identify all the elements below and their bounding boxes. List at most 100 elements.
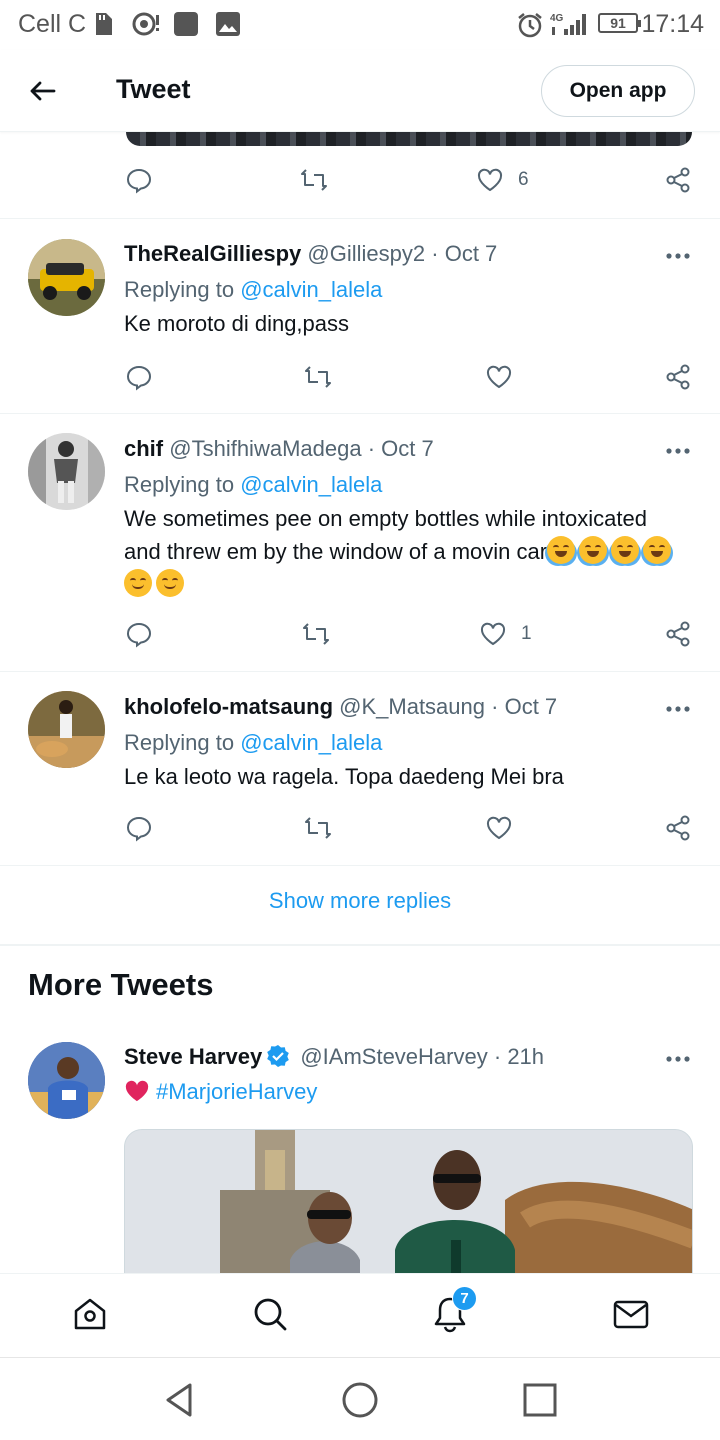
app-header: Tweet Open app (0, 50, 720, 132)
recommended-tweet[interactable]: Steve Harvey @IAmSteveHarvey · 21h #Marj… (0, 1032, 720, 1273)
reply-icon (126, 816, 152, 842)
avatar[interactable] (28, 1042, 105, 1119)
retweet-icon (301, 169, 327, 191)
like-count: 6 (518, 169, 529, 190)
author-handle[interactable]: @K_Matsaung (339, 694, 485, 719)
show-more-replies-link[interactable]: Show more replies (0, 888, 720, 914)
network-type: 4G (550, 13, 564, 24)
reply-button[interactable] (125, 620, 153, 648)
tweet-time[interactable]: 21h (507, 1044, 544, 1069)
page-title: Tweet (116, 74, 191, 104)
tweet-text: #MarjorieHarvey (124, 1079, 317, 1105)
like-button[interactable]: 1 (479, 620, 532, 648)
messages-icon[interactable] (611, 1294, 651, 1334)
hotspot-icon (132, 12, 159, 36)
reply-button[interactable] (125, 166, 153, 194)
carrier-label: Cell C (18, 10, 87, 38)
author-name[interactable]: TheRealGilliespy (124, 241, 301, 266)
smiling-face-icon (124, 569, 152, 597)
replying-to: Replying to @calvin_lalela (124, 472, 383, 497)
like-button[interactable] (485, 814, 513, 842)
tweet-actions: 1 (0, 620, 720, 656)
divider (0, 865, 720, 866)
avatar-image (28, 433, 105, 510)
like-button[interactable]: 6 (476, 166, 529, 194)
reply-tweet[interactable]: kholofelo-matsaung @K_Matsaung · Oct 7 R… (0, 672, 720, 865)
alarm-icon (518, 13, 542, 38)
reply-tweet[interactable]: chif @TshifhiwaMadega · Oct 7 Replying t… (0, 414, 720, 671)
tweet-meta: Steve Harvey @IAmSteveHarvey · 21h (124, 1044, 545, 1069)
reply-button[interactable] (125, 363, 153, 391)
signal-icon: 4G (550, 13, 586, 35)
more-options-icon[interactable] (664, 699, 692, 719)
author-handle[interactable]: @TshifhiwaMadega (169, 436, 361, 461)
hashtag-link[interactable]: #MarjorieHarvey (156, 1079, 317, 1104)
search-icon[interactable] (250, 1294, 290, 1334)
tweet-actions (0, 814, 720, 850)
tweet-meta: chif @TshifhiwaMadega · Oct 7 (124, 436, 434, 461)
reply-button[interactable] (125, 814, 153, 842)
face-with-tears-of-joy-icon (547, 536, 576, 564)
like-count: 1 (521, 623, 532, 644)
share-button[interactable] (664, 166, 692, 194)
tweet-text: Ke moroto di ding,pass (124, 311, 350, 336)
mention-link[interactable]: @calvin_lalela (240, 730, 382, 755)
author-handle[interactable]: @IAmSteveHarvey (300, 1044, 487, 1069)
notification-badge: 7 (452, 1286, 477, 1311)
tweet-image[interactable] (124, 1129, 693, 1273)
system-recents-icon[interactable] (520, 1380, 560, 1420)
tweet-date[interactable]: Oct 7 (505, 694, 558, 719)
sd-card-icon (96, 13, 112, 35)
retweet-icon (303, 623, 329, 645)
system-back-icon[interactable] (160, 1380, 200, 1420)
bottom-navigation: 7 (0, 1273, 720, 1357)
author-name[interactable]: kholofelo-matsaung (124, 694, 333, 719)
retweet-button[interactable] (302, 620, 330, 648)
retweet-button[interactable] (304, 363, 332, 391)
tweet-text: We sometimes pee on empty bottles while … (124, 502, 684, 601)
tweet-date[interactable]: Oct 7 (445, 241, 498, 266)
system-navigation-bar (0, 1357, 720, 1440)
share-icon (666, 815, 690, 841)
heart-icon (477, 168, 503, 192)
replying-to: Replying to @calvin_lalela (124, 277, 383, 302)
like-button[interactable] (485, 363, 513, 391)
avatar[interactable] (28, 239, 105, 316)
open-app-button[interactable]: Open app (541, 65, 695, 117)
system-home-icon[interactable] (340, 1380, 380, 1420)
tweet-thread[interactable]: 6 TheRealGilliespy @Gilliespy2 · Oct 7 R… (0, 132, 720, 1273)
tweet-meta: kholofelo-matsaung @K_Matsaung · Oct 7 (124, 694, 558, 719)
retweet-button[interactable] (300, 166, 328, 194)
retweet-icon (305, 817, 331, 839)
author-name[interactable]: chif (124, 436, 163, 461)
retweet-button[interactable] (304, 814, 332, 842)
share-button[interactable] (664, 620, 692, 648)
more-options-icon[interactable] (664, 441, 692, 461)
share-icon (666, 167, 690, 193)
back-arrow-icon[interactable] (22, 72, 62, 112)
section-divider (0, 944, 720, 946)
previous-tweet-media[interactable] (126, 132, 692, 146)
reply-icon (126, 622, 152, 648)
author-handle[interactable]: @Gilliespy2 (307, 241, 425, 266)
avatar[interactable] (28, 433, 105, 510)
avatar[interactable] (28, 691, 105, 768)
clock: 17:14 (641, 10, 704, 38)
mention-link[interactable]: @calvin_lalela (240, 277, 382, 302)
mention-link[interactable]: @calvin_lalela (240, 472, 382, 497)
home-icon[interactable] (70, 1294, 110, 1334)
share-button[interactable] (664, 363, 692, 391)
reply-tweet[interactable]: TheRealGilliespy @Gilliespy2 · Oct 7 Rep… (0, 219, 720, 413)
red-heart-icon (125, 1080, 149, 1102)
tweet-meta: TheRealGilliespy @Gilliespy2 · Oct 7 (124, 241, 498, 266)
tweet-actions: 6 (0, 166, 720, 202)
avatar-image (28, 239, 105, 316)
share-button[interactable] (664, 814, 692, 842)
more-options-icon[interactable] (664, 246, 692, 266)
tweet-text: Le ka leoto wa ragela. Topa daedeng Mei … (124, 764, 564, 789)
author-name[interactable]: Steve Harvey (124, 1044, 262, 1069)
more-options-icon[interactable] (664, 1049, 692, 1069)
tweet-date[interactable]: Oct 7 (381, 436, 434, 461)
avatar-image (28, 1042, 105, 1119)
tweet-photo (125, 1130, 692, 1273)
